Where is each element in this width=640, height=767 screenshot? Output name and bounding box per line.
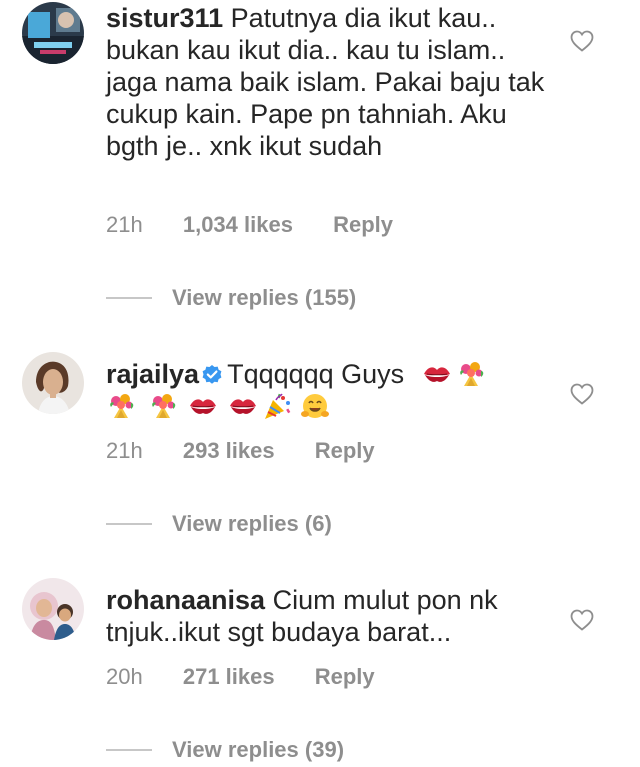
comment-meta: 21h 1,034 likes Reply — [106, 212, 427, 238]
kiss-mark-icon — [189, 398, 217, 415]
bouquet-icon — [459, 362, 483, 386]
comment-meta: 20h 271 likes Reply — [106, 664, 409, 690]
comment-timestamp: 21h — [106, 212, 143, 237]
comment-username[interactable]: rajailya — [106, 359, 199, 389]
avatar[interactable] — [22, 578, 84, 640]
replies-divider — [106, 749, 152, 751]
view-replies[interactable]: View replies (6) — [106, 511, 332, 537]
reply-button[interactable]: Reply — [333, 212, 393, 237]
view-replies-label[interactable]: View replies (39) — [172, 737, 344, 763]
comment-username[interactable]: rohanaanisa — [106, 585, 265, 615]
comment-timestamp: 20h — [106, 664, 143, 689]
avatar[interactable] — [22, 2, 84, 64]
heart-icon[interactable] — [570, 383, 594, 405]
heart-icon[interactable] — [570, 609, 594, 631]
comment-likes[interactable]: 293 likes — [183, 438, 275, 463]
comment-meta: 21h 293 likes Reply — [106, 438, 409, 464]
comment-likes[interactable]: 1,034 likes — [183, 212, 293, 237]
view-replies-label[interactable]: View replies (6) — [172, 511, 332, 537]
view-replies-label[interactable]: View replies (155) — [172, 285, 356, 311]
reply-button[interactable]: Reply — [315, 664, 375, 689]
bouquet-icon — [152, 394, 176, 418]
view-replies[interactable]: View replies (155) — [106, 285, 356, 311]
comment-timestamp: 21h — [106, 438, 143, 463]
hugging-face-icon — [300, 393, 330, 419]
comment-text: rajailya Tqqqqqq Guys — [106, 358, 546, 422]
replies-divider — [106, 297, 152, 299]
view-replies[interactable]: View replies (39) — [106, 737, 344, 763]
comment-likes[interactable]: 271 likes — [183, 664, 275, 689]
comment-username[interactable]: sistur311 — [106, 3, 223, 33]
comment-text: sistur311 Patutnya dia ikut kau.. bukan … — [106, 2, 546, 162]
comment-body: Tqqqqqq Guys — [227, 359, 405, 389]
comment-text: rohanaanisa Cium mulut pon nk tnjuk..iku… — [106, 584, 546, 648]
party-popper-icon — [264, 392, 292, 420]
kiss-mark-icon — [229, 398, 257, 415]
kiss-mark-icon — [423, 366, 451, 383]
replies-divider — [106, 523, 152, 525]
verified-badge-icon — [202, 365, 222, 384]
avatar[interactable] — [22, 352, 84, 414]
reply-button[interactable]: Reply — [315, 438, 375, 463]
heart-icon[interactable] — [570, 30, 594, 52]
bouquet-icon — [110, 394, 134, 418]
